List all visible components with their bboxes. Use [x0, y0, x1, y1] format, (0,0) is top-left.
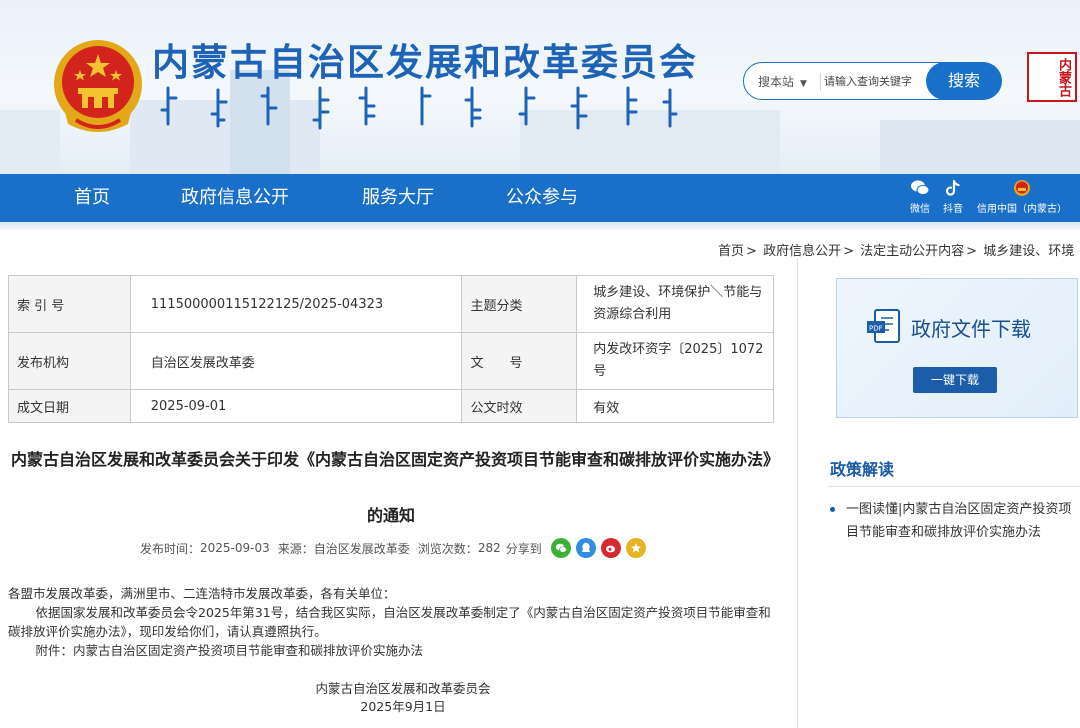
svg-text:PDF: PDF [869, 325, 883, 333]
share-weibo-icon[interactable] [600, 538, 621, 558]
source: 自治区发展改革委 [313, 541, 410, 556]
breadcrumb: 首页 > 政府信息公开 > 法定主动公开内容 > 城乡建设、环境 [718, 240, 1074, 259]
nav-public-participation[interactable]: 公众参与 [506, 174, 578, 222]
nav-douyin[interactable]: 抖音 [938, 176, 968, 220]
table-row: 成文日期 2025-09-01 公文时效 有效 [8, 389, 774, 423]
banner-building [880, 120, 1080, 174]
sign-organization: 内蒙古自治区发展和改革委员会 [315, 681, 491, 696]
search-scope-select[interactable]: 搜本站 ▼ [758, 73, 807, 90]
policy-interpretation-heading: 政策解读 [830, 460, 895, 479]
search-divider [820, 73, 821, 91]
share-buttons [546, 538, 646, 558]
share-qq-icon[interactable] [575, 538, 596, 558]
douyin-icon [945, 179, 960, 196]
header-banner: 内蒙古自治区发展和改革委员会 搜本站 ▼ 搜索 内蒙古 [0, 0, 1080, 174]
source-label: 来源： [277, 541, 314, 556]
wechat-icon [911, 180, 930, 196]
meta-index-label: 索 引 号 [8, 275, 131, 333]
breadcrumb-category[interactable]: 城乡建设、环境 [983, 244, 1074, 259]
meta-topic-value: 城乡建设、环境保护＼节能与资源综合利用 [576, 275, 774, 333]
nav-tool-label: 微信 [910, 204, 930, 215]
view-count: 282 [477, 541, 501, 555]
nav-service-hall[interactable]: 服务大厅 [362, 174, 434, 222]
publish-time: 2025-09-03 [200, 541, 270, 555]
column-divider [797, 258, 798, 728]
pdf-document-icon: PDF [867, 309, 900, 343]
nav-gov-info[interactable]: 政府信息公开 [181, 174, 289, 222]
policy-item[interactable]: 一图读懂|内蒙古自治区固定资产投资项目节能审查和碳排放评价实施办法 [828, 498, 1080, 544]
nav-wechat[interactable]: 微信 [905, 176, 935, 220]
attachment-link[interactable]: 附件：内蒙古自治区固定资产投资项目节能审查和碳排放评价实施办法 [8, 641, 778, 660]
main-nav: 首页 政府信息公开 服务大厅 公众参与 微信 抖音 信用中国（内蒙古） [0, 174, 1080, 222]
nav-tool-label: 信用中国（内蒙古） [977, 204, 1067, 215]
breadcrumb-statutory[interactable]: 法定主动公开内容 [860, 244, 964, 259]
breadcrumb-home[interactable]: 首页 [718, 244, 744, 259]
views-label: 浏览次数： [417, 541, 478, 556]
breadcrumb-separator: > [843, 244, 854, 259]
nav-credit-china[interactable]: 信用中国（内蒙古） [974, 176, 1070, 220]
site-title: 内蒙古自治区发展和改革委员会 [152, 41, 698, 84]
meta-doc-label: 文 号 [461, 332, 578, 390]
chevron-down-icon: ▼ [800, 79, 807, 89]
meta-date-value: 2025-09-01 [129, 389, 463, 423]
policy-divider [828, 486, 1080, 487]
meta-org-label: 发布机构 [8, 332, 131, 390]
credit-china-icon [1014, 180, 1030, 196]
breadcrumb-separator: > [966, 244, 978, 259]
meta-org-value: 自治区发展改革委 [129, 332, 463, 390]
nav-shadow [0, 222, 1080, 230]
table-row: 发布机构 自治区发展改革委 文 号 内发改环资字〔2025〕1072号 [8, 332, 774, 390]
bullet-dot-icon [830, 507, 835, 512]
article-title: 内蒙古自治区发展和改革委员会关于印发《内蒙古自治区固定资产投资项目节能审查和碳排… [10, 450, 771, 525]
share-label: 分享到 [505, 541, 542, 556]
sign-date: 2025年9月1日 [360, 699, 446, 714]
download-title: 政府文件下载 [911, 317, 1031, 341]
nav-home[interactable]: 首页 [74, 174, 110, 222]
publish-time-label: 发布时间： [140, 541, 201, 556]
meta-valid-label: 公文时效 [461, 389, 578, 423]
inner-mongolia-seal-logo[interactable]: 内蒙古 [1027, 52, 1077, 102]
article-body: 各盟市发展改革委，满洲里市、二连浩特市发展改革委，各有关单位： 依据国家发展和改… [8, 584, 778, 660]
article-paragraph: 依据国家发展和改革委员会令2025年第31号，结合我区实际，自治区发展改革委制定… [8, 605, 771, 639]
gov-file-download-box: PDF 政府文件下载 一键下载 [836, 278, 1078, 418]
table-row: 索 引 号 111500000115122125/2025-04323 主题分类… [8, 275, 774, 333]
search-input[interactable] [824, 69, 928, 93]
mongolian-script-title [160, 86, 678, 130]
national-emblem-icon [54, 40, 142, 132]
policy-item-link[interactable]: 一图读懂|内蒙古自治区固定资产投资项目节能审查和碳排放评价实施办法 [828, 498, 1080, 544]
seal-text: 内蒙古 [1056, 57, 1071, 97]
breadcrumb-gov-info[interactable]: 政府信息公开 [763, 244, 841, 259]
search-box: 搜本站 ▼ 搜索 [743, 62, 1002, 100]
nav-tool-label: 抖音 [943, 204, 963, 215]
salutation: 各盟市发展改革委，满洲里市、二连浩特市发展改革委，各有关单位： [8, 586, 396, 601]
breadcrumb-separator: > [746, 244, 757, 259]
share-qzone-icon[interactable] [625, 538, 646, 558]
download-all-button[interactable]: 一键下载 [913, 367, 997, 393]
meta-valid-value: 有效 [576, 389, 774, 423]
meta-date-label: 成文日期 [8, 389, 131, 423]
meta-index-value: 111500000115122125/2025-04323 [129, 275, 463, 333]
share-wechat-icon[interactable] [550, 538, 571, 558]
search-button[interactable]: 搜索 [926, 62, 1002, 100]
meta-topic-label: 主题分类 [461, 275, 578, 333]
meta-doc-value: 内发改环资字〔2025〕1072号 [576, 332, 774, 390]
search-scope-label: 搜本站 [758, 75, 795, 89]
document-meta-table: 索 引 号 111500000115122125/2025-04323 主题分类… [8, 275, 774, 423]
publish-info: 发布时间： 2025-09-03 来源： 自治区发展改革委 浏览次数： 282 … [140, 538, 646, 558]
